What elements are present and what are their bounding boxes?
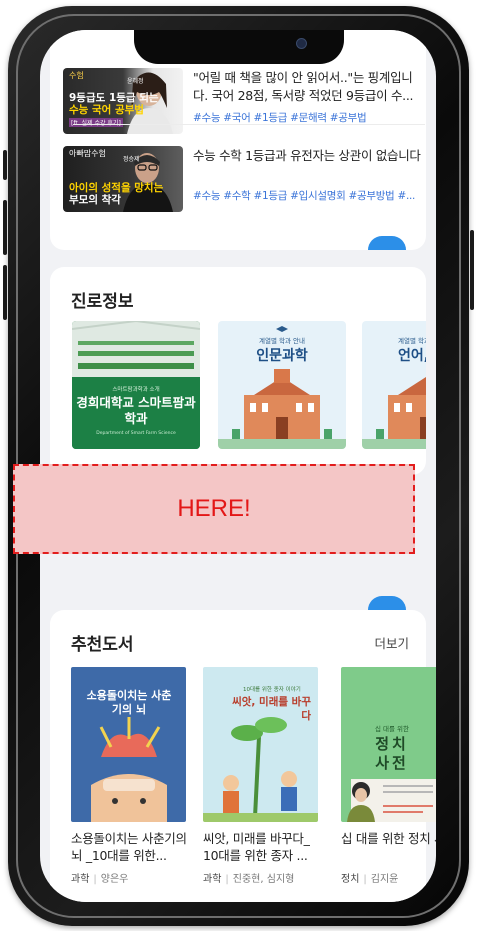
video-badge: 수험 <box>69 71 84 80</box>
school-building-icon <box>218 326 346 449</box>
book-title[interactable]: 십 대를 위한 정치 사전 <box>341 830 436 847</box>
more-link[interactable]: 더보기 <box>374 633 409 652</box>
thumbnail-subheadline: 수능 국어 공부법 <box>69 104 144 116</box>
video-hashtags[interactable]: #수능 #국어 #1등급 #문해력 #공부법 <box>193 110 423 125</box>
school-building-icon <box>362 377 426 449</box>
scroll-top-button[interactable] <box>368 596 406 610</box>
video-badge: 아빠맘수험 <box>69 149 106 158</box>
video-title[interactable]: 수능 수학 1등급과 유전자는 상관이 없습니다 <box>193 147 423 165</box>
career-caption-main: 경희대학교 스마트팜과학과 <box>76 395 196 426</box>
book-category: 과학 <box>71 874 90 885</box>
career-item[interactable]: 계열별 학과 언어, 문 <box>362 321 426 449</box>
book-author: 김지윤 <box>370 874 399 885</box>
book-category: 과학 <box>203 874 222 885</box>
career-item[interactable]: 스마트팜과학과 소개 경희대학교 스마트팜과학과 Department of S… <box>72 321 200 449</box>
presenter-name: 윤혜정 <box>127 78 144 85</box>
book-meta: 정치 | 김지윤 <box>341 874 399 885</box>
plants-illustration-icon <box>203 717 318 822</box>
thumbnail-headline: 9등급도 1등급 되는 <box>69 92 159 104</box>
brain-illustration-icon <box>91 717 167 822</box>
divider <box>73 124 425 125</box>
ad-placeholder-banner[interactable]: HERE! <box>13 464 415 554</box>
book-title[interactable]: 소용돌이치는 사춘기의 뇌 _10대를 위한... <box>71 830 189 864</box>
career-item[interactable]: 계열별 학과 안내 인문과학 <box>218 321 346 449</box>
scroll-top-button[interactable] <box>368 236 406 250</box>
volume-up-button <box>3 200 7 255</box>
placeholder-label: HERE! <box>177 495 251 522</box>
career-caption-small: 스마트팜과학과 소개 <box>112 387 160 393</box>
power-button <box>470 230 474 310</box>
book-cover[interactable]: 10대를 위한 종자 이야기 씨앗, 미래를 바꾸다 <box>203 667 318 822</box>
video-title[interactable]: "어릴 때 책을 많이 안 읽어서.."는 핑계입니다. 국어 28점, 독서량… <box>193 69 423 105</box>
author-portrait-icon <box>347 779 436 822</box>
thumbnail-note: [ft. 실제 수강 후기] <box>69 118 123 127</box>
section-title: 진로정보 <box>71 292 134 312</box>
section-title: 추천도서 <box>71 635 134 655</box>
book-meta: 과학 | 진중현, 심지형 <box>203 874 295 885</box>
book-author: 양은우 <box>100 874 129 885</box>
book-category: 정치 <box>341 874 360 885</box>
presenter-name: 정승제 <box>123 156 140 163</box>
career-info-card: 진로정보 스마트팜과학과 소개 경희대학교 스마트팜과학과 Department… <box>50 267 426 475</box>
book-cover[interactable]: 십 대를 위한 정치 사전 <box>341 667 436 822</box>
mute-switch <box>3 150 7 180</box>
volume-down-button <box>3 265 7 320</box>
book-meta: 과학 | 양은우 <box>71 874 129 885</box>
recommended-books-card: 추천도서 더보기 소용돌이치는 사춘기의 뇌 소용돌이치는 사춘기의 뇌 _10… <box>50 596 436 902</box>
front-camera-icon <box>296 38 307 49</box>
video-thumbnail[interactable]: 아빠맘수험 정승제 아이의 성적을 망치는 부모의 착각 <box>63 146 183 212</box>
phone-notch <box>134 30 344 64</box>
book-author: 진중현, 심지형 <box>232 874 295 885</box>
book-cover[interactable]: 소용돌이치는 사춘기의 뇌 <box>71 667 186 822</box>
book-title[interactable]: 씨앗, 미래를 바꾸다_ 10대를 위한 종자 ... <box>203 830 321 864</box>
video-hashtags[interactable]: #수능 #수학 #1등급 #입시설명회 #공부방법 #... <box>193 188 423 203</box>
thumbnail-headline: 아이의 성적을 망치는 <box>69 182 164 194</box>
video-item[interactable]: 아빠맘수험 정승제 아이의 성적을 망치는 부모의 착각 수능 수학 1등급과 … <box>63 146 421 212</box>
thumbnail-subheadline: 부모의 착각 <box>69 194 121 206</box>
career-caption-sub: Department of Smart Farm Science <box>96 431 176 436</box>
